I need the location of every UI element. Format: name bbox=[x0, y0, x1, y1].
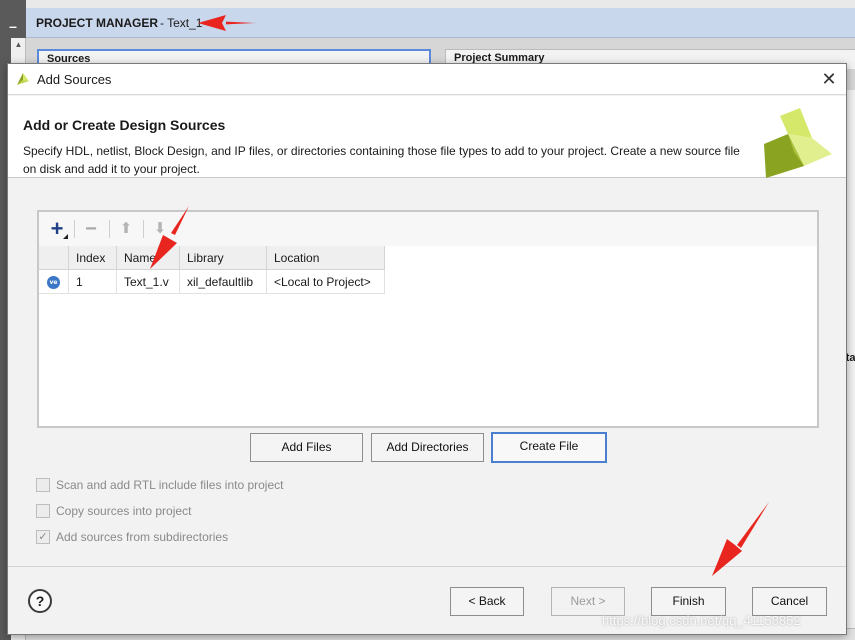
dialog-description: Specify HDL, netlist, Block Design, and … bbox=[23, 144, 740, 176]
collapse-icon[interactable]: – bbox=[3, 12, 23, 34]
ide-top-strip bbox=[26, 0, 855, 8]
table-cell-location[interactable]: <Local to Project> bbox=[267, 270, 385, 294]
vivado-logo-icon bbox=[17, 73, 29, 85]
dialog-titlebar: Add Sources ✕ bbox=[8, 64, 846, 95]
move-up-icon[interactable]: ⬆ bbox=[115, 218, 137, 240]
close-icon[interactable]: ✕ bbox=[816, 69, 842, 91]
table-cell-name: Text_1.v bbox=[117, 270, 180, 294]
scan-rtl-label: Scan and add RTL include files into proj… bbox=[56, 478, 284, 492]
back-button[interactable]: < Back bbox=[450, 587, 524, 616]
scan-rtl-checkbox[interactable] bbox=[36, 478, 50, 492]
table-header-icon bbox=[39, 246, 69, 270]
toolbar-separator bbox=[143, 220, 144, 238]
watermark-text: https://blog.csdn.net/qq_41158852 bbox=[602, 613, 801, 628]
column-header-location[interactable]: Location bbox=[267, 246, 385, 270]
remove-icon[interactable]: − bbox=[80, 218, 102, 240]
dialog-title: Add Sources bbox=[37, 72, 112, 87]
copy-sources-checkbox[interactable] bbox=[36, 504, 50, 518]
toolbar-separator bbox=[74, 220, 75, 238]
cancel-button[interactable]: Cancel bbox=[752, 587, 827, 616]
table-cell-icon: ve bbox=[39, 270, 69, 294]
toolbar-separator bbox=[109, 220, 110, 238]
add-directories-button[interactable]: Add Directories bbox=[371, 433, 484, 462]
table-cell-library[interactable]: xil_defaultlib bbox=[180, 270, 267, 294]
project-manager-title: PROJECT MANAGER bbox=[36, 16, 159, 30]
next-button[interactable]: Next > bbox=[551, 587, 625, 616]
column-header-index[interactable]: Index bbox=[69, 246, 117, 270]
footer-divider bbox=[8, 566, 846, 567]
vivado-logo-icon bbox=[764, 108, 832, 178]
move-down-icon[interactable]: ⬇ bbox=[149, 218, 171, 240]
add-files-button[interactable]: Add Files bbox=[250, 433, 363, 462]
sources-toolbar: + − ⬆ ⬇ bbox=[39, 212, 817, 246]
column-header-library[interactable]: Library bbox=[180, 246, 267, 270]
finish-button[interactable]: Finish bbox=[651, 587, 726, 616]
dropdown-arrow-icon bbox=[63, 234, 68, 239]
column-header-name[interactable]: Name bbox=[117, 246, 180, 270]
dialog-heading: Add or Create Design Sources bbox=[23, 117, 226, 133]
scroll-up-icon[interactable]: ▲ bbox=[11, 40, 26, 49]
help-icon[interactable]: ? bbox=[28, 589, 52, 613]
create-file-button[interactable]: Create File bbox=[491, 432, 607, 463]
dialog-banner: Add or Create Design Sources Specify HDL… bbox=[8, 96, 846, 178]
copy-sources-label: Copy sources into project bbox=[56, 504, 192, 518]
project-name: - Text_1 bbox=[160, 16, 203, 30]
project-manager-header: PROJECT MANAGER - Text_1 bbox=[26, 8, 855, 38]
verilog-file-icon: ve bbox=[47, 276, 60, 289]
add-subdirectories-label: Add sources from subdirectories bbox=[56, 530, 229, 544]
add-sources-dialog: Add Sources ✕ Add or Create Design Sourc… bbox=[7, 63, 847, 635]
add-subdirectories-checkbox[interactable]: ✓ bbox=[36, 530, 50, 544]
sources-list-panel: + − ⬆ ⬇ Index Name Library Location ve 1… bbox=[37, 210, 819, 428]
table-cell-index: 1 bbox=[69, 270, 117, 294]
